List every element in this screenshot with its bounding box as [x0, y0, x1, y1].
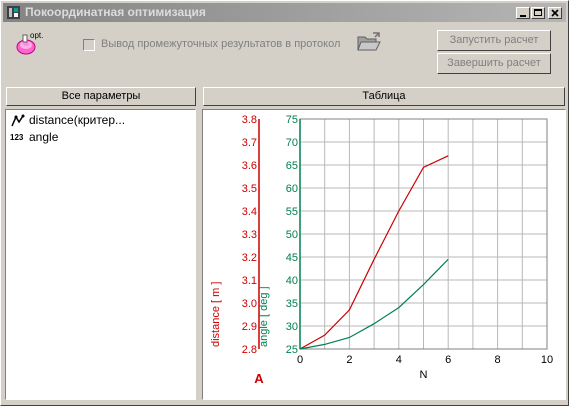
folder-open-icon — [357, 32, 381, 51]
minimize-icon — [520, 15, 526, 17]
y-axis-label: distance [ m ] — [210, 282, 222, 347]
list-item-label: angle — [29, 130, 59, 144]
all-parameters-header[interactable]: Все параметры — [6, 87, 196, 106]
log-checkbox-label: Вывод промежуточных результатов в проток… — [101, 38, 341, 50]
y-tick-label: 70 — [286, 137, 298, 149]
axis-marker: A — [254, 371, 264, 386]
parameters-list: distance(критер... 123 angle — [5, 109, 196, 400]
optimization-window: Покоординатная оптимизация opt. Вывод пр… — [0, 0, 569, 406]
y-tick-label: 55 — [286, 206, 298, 218]
table-header[interactable]: Таблица — [203, 87, 565, 106]
x-tick-label: 4 — [396, 354, 402, 366]
finish-calculation-button[interactable]: Завершить расчет — [437, 53, 551, 74]
y-tick-label: 3.1 — [242, 275, 257, 287]
list-item-angle[interactable]: 123 angle — [10, 129, 58, 145]
maximize-button[interactable] — [531, 7, 545, 19]
x-tick-label: 8 — [495, 354, 501, 366]
y-tick-label: 3.5 — [242, 183, 257, 195]
y-tick-label: 60 — [286, 183, 298, 195]
optimization-chart: 0 2 4 6 8 10N2.82.93.03.13.23.33.43.53.63.73.… — [210, 114, 553, 386]
y-tick-label: 3.3 — [242, 229, 257, 241]
y-tick-label: 3.8 — [242, 114, 257, 126]
maximize-icon — [534, 9, 542, 16]
x-tick-label: 6 — [445, 354, 451, 366]
criterion-icon — [11, 114, 25, 127]
y-tick-label: 75 — [286, 114, 298, 126]
y-tick-label: 40 — [286, 275, 298, 287]
window-title: Покоординатная оптимизация — [25, 5, 206, 19]
y-tick-label: 3.4 — [242, 206, 257, 218]
close-button[interactable] — [548, 7, 562, 19]
y-tick-label: 50 — [286, 229, 298, 241]
y-tick-label: 3.7 — [242, 137, 257, 149]
y-tick-label: 30 — [286, 321, 298, 333]
y-tick-label: 35 — [286, 298, 298, 310]
start-calculation-button[interactable]: Запустить расчет — [437, 30, 551, 51]
numeric-icon: 123 — [10, 132, 24, 142]
open-folder-button[interactable] — [356, 31, 382, 55]
title-bar[interactable]: Покоординатная оптимизация — [3, 3, 566, 22]
y-tick-label: 25 — [286, 344, 298, 356]
x-tick-label: 10 — [541, 354, 553, 366]
log-checkbox[interactable] — [83, 39, 95, 51]
y-tick-label: 3.6 — [242, 160, 257, 172]
x-axis-label: N — [420, 369, 428, 381]
y-tick-label: 2.9 — [242, 321, 257, 333]
y-axis-label: angle [ deg ] — [258, 286, 270, 347]
y-tick-label: 65 — [286, 160, 298, 172]
y-tick-label: 45 — [286, 252, 298, 264]
list-item-distance[interactable]: distance(критер... — [10, 112, 125, 128]
y-tick-label: 3.2 — [242, 252, 257, 264]
optimization-icon[interactable]: opt. — [14, 28, 46, 60]
opt-graphic: opt. — [16, 31, 43, 55]
opt-label: opt. — [30, 31, 43, 40]
y-tick-label: 3.0 — [242, 298, 257, 310]
list-item-label: distance(критер... — [29, 113, 126, 127]
chart-panel: 0 2 4 6 8 10 N 2.8 2.9 3.0 3.1 3.2 3.3 3.4 3.5 3.6 3.7 3.… — [202, 109, 566, 400]
app-icon — [7, 6, 20, 19]
minimize-button[interactable] — [516, 7, 530, 19]
x-tick-label: 2 — [346, 354, 352, 366]
y-tick-label: 2.8 — [242, 344, 257, 356]
close-icon — [551, 9, 559, 17]
